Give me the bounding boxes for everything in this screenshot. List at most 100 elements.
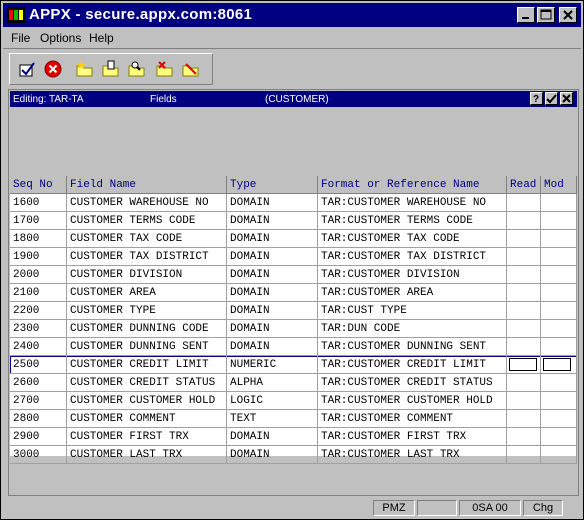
cancel-icon[interactable] (44, 60, 62, 78)
mod-cell[interactable] (541, 338, 577, 356)
read-cell[interactable] (507, 410, 541, 428)
table-row[interactable]: 1600 CUSTOMER WAREHOUSE NO DOMAIN TAR:CUSTO… (10, 194, 577, 212)
seq-cell: 1900 (10, 248, 67, 266)
table-row[interactable]: 2100 CUSTOMER AREA DOMAIN TAR:CUSTOMER AREA (10, 284, 577, 302)
read-cell[interactable] (507, 374, 541, 392)
format-cell: TAR:CUSTOMER FIRST TRX (318, 428, 507, 446)
minimize-button[interactable] (517, 7, 535, 23)
status-blank (417, 500, 457, 516)
seq-cell: 2800 (10, 410, 67, 428)
type-cell: LOGIC (227, 392, 318, 410)
find-folder-icon[interactable] (128, 60, 146, 78)
read-cell[interactable] (507, 428, 541, 446)
format-cell: TAR:CUSTOMER DIVISION (318, 266, 507, 284)
table-row[interactable]: 2600 CUSTOMER CREDIT STATUS ALPHA TAR:CUSTO… (10, 374, 577, 392)
mod-cell[interactable] (541, 212, 577, 230)
read-cell[interactable] (507, 212, 541, 230)
title-bar[interactable]: APPX - secure.appx.com:8061 (3, 3, 581, 27)
mod-cell[interactable] (541, 374, 577, 392)
mod-cell[interactable] (541, 302, 577, 320)
new-folder-icon[interactable] (76, 60, 94, 78)
column-header-read: Read (507, 176, 541, 194)
field-name-cell: CUSTOMER DIVISION (67, 266, 227, 284)
read-cell[interactable] (507, 266, 541, 284)
read-cell[interactable] (507, 356, 541, 374)
question-icon: ? (533, 94, 539, 105)
fields-table: Seq No Field Name Type Format or Referen… (10, 176, 577, 464)
read-cell[interactable] (507, 338, 541, 356)
mod-cell[interactable] (541, 266, 577, 284)
table-row[interactable]: 3000 CUSTOMER LAST TRX DOMAIN TAR:CUSTOMER … (10, 446, 577, 464)
seq-cell: 2700 (10, 392, 67, 410)
menu-bar: File Options Help (3, 29, 581, 47)
read-cell[interactable] (507, 248, 541, 266)
table-row[interactable]: 2800 CUSTOMER COMMENT TEXT TAR:CUSTOMER COM… (10, 410, 577, 428)
mod-cell[interactable] (541, 284, 577, 302)
column-header-mod: Mod (541, 176, 577, 194)
mod-cell[interactable] (541, 230, 577, 248)
field-name-cell: CUSTOMER LAST TRX (67, 446, 227, 464)
read-checkbox[interactable] (509, 358, 537, 371)
mod-cell[interactable] (541, 320, 577, 338)
app-window: APPX - secure.appx.com:8061 File Options… (0, 0, 584, 520)
field-name-cell: CUSTOMER DUNNING CODE (67, 320, 227, 338)
mod-cell[interactable] (541, 446, 577, 464)
menu-help[interactable]: Help (89, 31, 114, 45)
type-cell: DOMAIN (227, 320, 318, 338)
seq-cell: 2400 (10, 338, 67, 356)
mod-cell[interactable] (541, 356, 577, 374)
read-cell[interactable] (507, 194, 541, 212)
menu-file[interactable]: File (11, 31, 30, 45)
maximize-icon (540, 9, 552, 20)
table-row[interactable]: 1700 CUSTOMER TERMS CODE DOMAIN TAR:CUSTOME… (10, 212, 577, 230)
read-cell[interactable] (507, 392, 541, 410)
table-row[interactable]: 2000 CUSTOMER DIVISION DOMAIN TAR:CUSTOMER … (10, 266, 577, 284)
mod-cell[interactable] (541, 194, 577, 212)
read-cell[interactable] (507, 302, 541, 320)
type-cell: DOMAIN (227, 212, 318, 230)
maximize-button[interactable] (537, 7, 555, 23)
table-row[interactable]: 2400 CUSTOMER DUNNING SENT DOMAIN TAR:CUSTO… (10, 338, 577, 356)
read-cell[interactable] (507, 446, 541, 464)
appx-logo-icon (7, 7, 25, 23)
table-row[interactable]: 2900 CUSTOMER FIRST TRX DOMAIN TAR:CUSTOMER… (10, 428, 577, 446)
table-row[interactable]: 1900 CUSTOMER TAX DISTRICT DOMAIN TAR:CUSTO… (10, 248, 577, 266)
confirm-button[interactable] (545, 92, 558, 105)
minimize-icon (522, 17, 529, 19)
close-button[interactable] (559, 7, 577, 23)
table-row[interactable]: 2700 CUSTOMER CUSTOMER HOLD LOGIC TAR:CUSTO… (10, 392, 577, 410)
mod-cell[interactable] (541, 392, 577, 410)
field-name-cell: CUSTOMER CREDIT LIMIT (67, 356, 227, 374)
field-name-cell: CUSTOMER TERMS CODE (67, 212, 227, 230)
field-name-cell: CUSTOMER CUSTOMER HOLD (67, 392, 227, 410)
seq-cell: 1800 (10, 230, 67, 248)
mod-cell[interactable] (541, 410, 577, 428)
mod-cell[interactable] (541, 248, 577, 266)
read-cell[interactable] (507, 230, 541, 248)
edit-folder-icon[interactable] (102, 60, 120, 78)
table-row[interactable]: 2200 CUSTOMER TYPE DOMAIN TAR:CUST TYPE (10, 302, 577, 320)
table-row[interactable]: 2300 CUSTOMER DUNNING CODE DOMAIN TAR:DUN C… (10, 320, 577, 338)
menu-options[interactable]: Options (40, 31, 81, 45)
seq-cell: 1600 (10, 194, 67, 212)
ok-check-icon[interactable] (18, 60, 36, 78)
mod-checkbox[interactable] (543, 358, 571, 371)
editor-panel: Editing: TAR-TA Fields (CUSTOMER) ? Seq … (8, 89, 579, 496)
delete-folder-icon[interactable] (156, 60, 174, 78)
format-cell: TAR:CUSTOMER COMMENT (318, 410, 507, 428)
close-icon (562, 94, 571, 103)
field-name-cell: CUSTOMER WAREHOUSE NO (67, 194, 227, 212)
panel-header: Editing: TAR-TA Fields (CUSTOMER) ? (10, 91, 577, 107)
check-icon (546, 94, 557, 104)
table-row[interactable]: 1800 CUSTOMER TAX CODE DOMAIN TAR:CUSTOMER … (10, 230, 577, 248)
read-cell[interactable] (507, 284, 541, 302)
type-cell: DOMAIN (227, 194, 318, 212)
seq-cell: 1700 (10, 212, 67, 230)
search-folder-icon[interactable] (182, 60, 200, 78)
help-button[interactable]: ? (530, 92, 543, 105)
mod-cell[interactable] (541, 428, 577, 446)
format-cell: TAR:CUST TYPE (318, 302, 507, 320)
table-row[interactable]: 2500 CUSTOMER CREDIT LIMIT NUMERIC TAR:CUST… (10, 356, 577, 374)
cancel-panel-button[interactable] (560, 92, 573, 105)
read-cell[interactable] (507, 320, 541, 338)
